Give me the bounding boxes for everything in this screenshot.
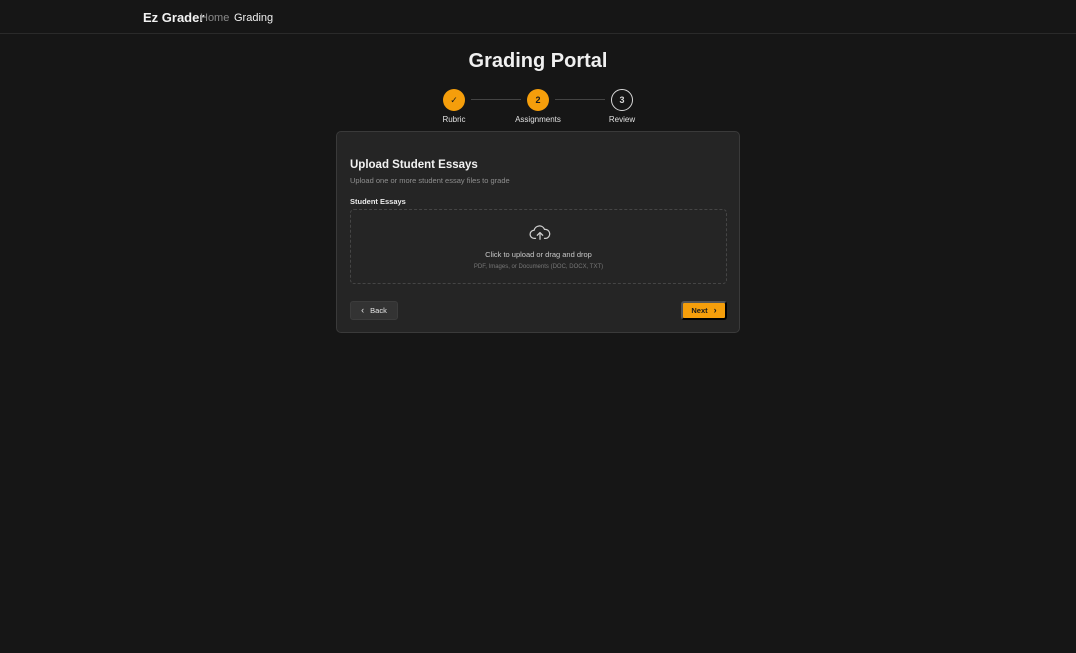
dropzone-file-types: PDF, Images, or Documents (DOC, DOCX, TX… — [473, 264, 604, 270]
card-subtitle: Upload one or more student essay files t… — [350, 176, 510, 185]
step-review-marker: 3 — [611, 89, 633, 111]
step-connector — [471, 99, 521, 100]
chevron-right-icon: › — [713, 305, 717, 315]
step-label-assignments: Assignments — [515, 115, 561, 124]
step-assignments-marker: 2 — [527, 89, 549, 111]
upload-card: Upload Student Essays Upload one or more… — [336, 131, 740, 333]
step-rubric-check-icon: ✓ — [443, 89, 465, 111]
file-dropzone[interactable]: Click to upload or drag and drop PDF, Im… — [350, 209, 727, 284]
card-title: Upload Student Essays — [350, 159, 478, 171]
step-connector — [555, 99, 605, 100]
cloud-upload-icon — [529, 225, 551, 240]
next-button-label: Next — [691, 306, 708, 315]
dropzone-instructions: Click to upload or drag and drop — [485, 250, 592, 259]
back-button-label: Back — [370, 306, 387, 315]
next-button[interactable]: Next › — [681, 301, 727, 320]
back-button[interactable]: ‹ Back — [350, 301, 398, 320]
step-label-review: Review — [608, 115, 636, 124]
student-essays-label: Student Essays — [350, 197, 406, 206]
chevron-left-icon: ‹ — [361, 305, 365, 315]
step-label-rubric: Rubric — [442, 115, 466, 124]
progress-stepper: ✓ Rubric 2 Assignments 3 Review — [0, 0, 1076, 130]
